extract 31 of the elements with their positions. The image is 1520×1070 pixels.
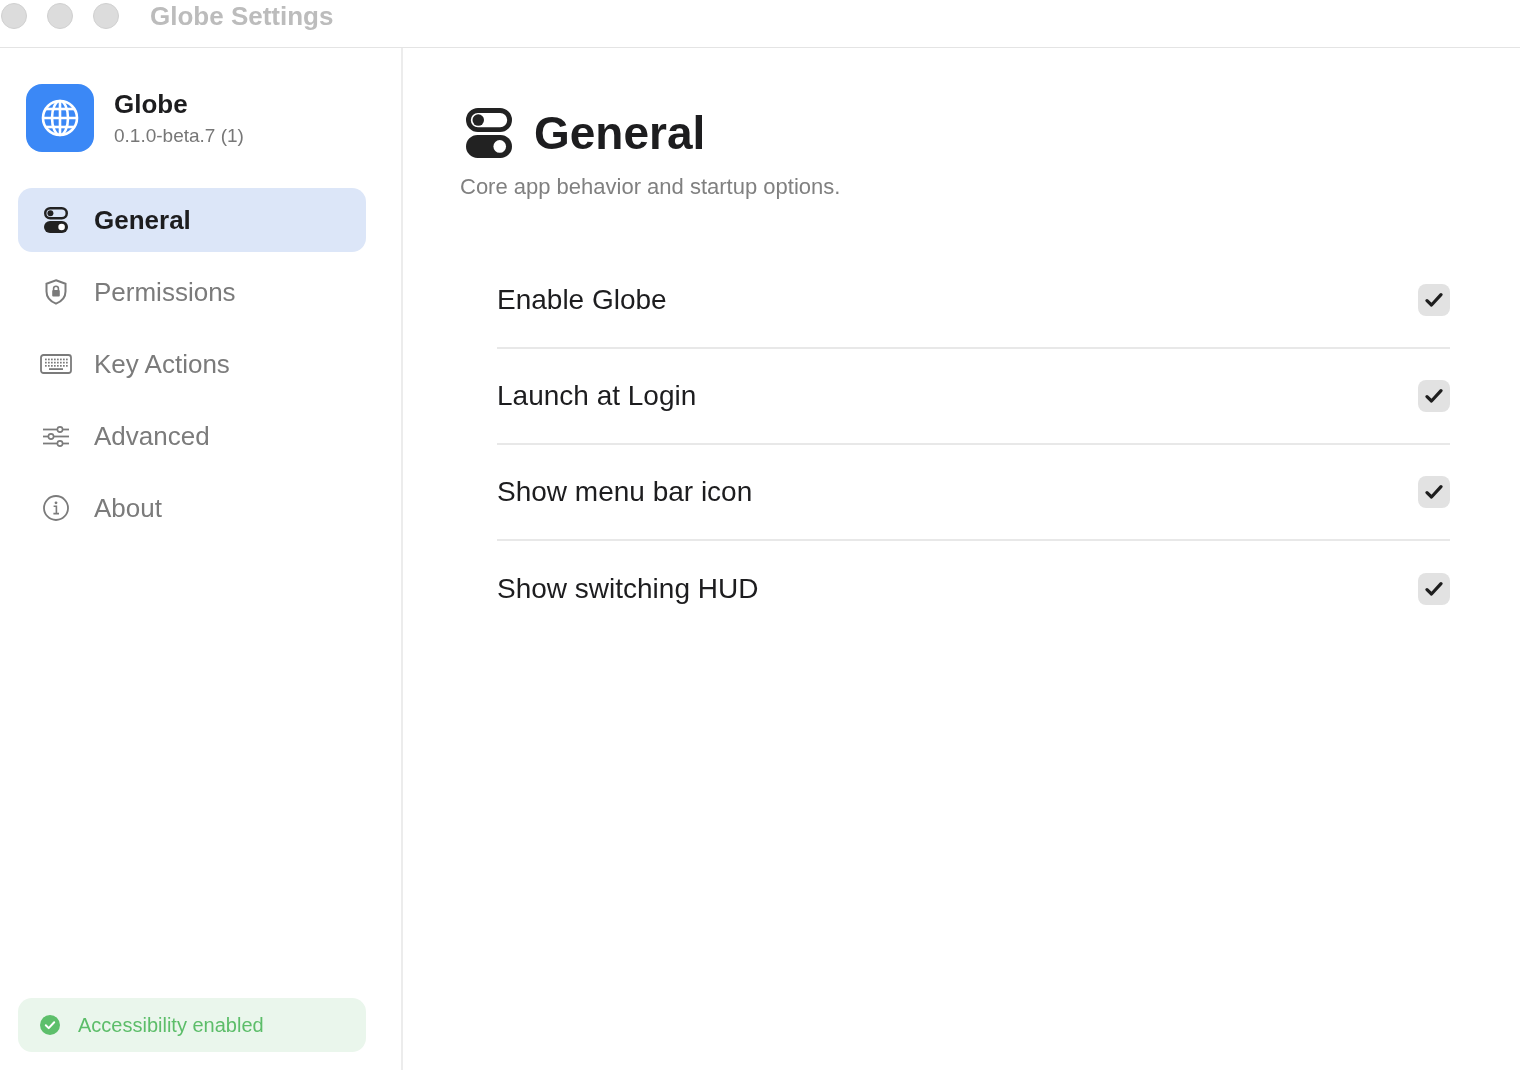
sidebar-item[interactable]: Permissions bbox=[18, 260, 366, 324]
setting-label: Launch at Login bbox=[497, 380, 697, 412]
toggles-icon bbox=[466, 108, 512, 158]
checkmark-icon bbox=[1425, 484, 1443, 500]
keyboard-icon bbox=[40, 354, 72, 374]
app-version: 0.1.0-beta.7 (1) bbox=[114, 123, 244, 148]
window-title: Globe Settings bbox=[150, 3, 334, 29]
checkbox[interactable] bbox=[1418, 573, 1450, 605]
info-icon bbox=[43, 495, 69, 521]
checkmark-icon bbox=[1425, 292, 1443, 308]
status-text: Accessibility enabled bbox=[78, 1013, 264, 1037]
shield-lock-icon bbox=[45, 279, 67, 305]
sidebar-item[interactable]: General bbox=[18, 188, 366, 252]
checkbox[interactable] bbox=[1418, 380, 1450, 412]
checkmark-icon bbox=[1425, 388, 1443, 404]
sliders-icon bbox=[43, 425, 69, 447]
page-title: General bbox=[534, 106, 706, 161]
toggles-icon bbox=[44, 207, 68, 233]
globe-icon bbox=[26, 84, 94, 152]
sidebar-item[interactable]: About bbox=[18, 476, 366, 540]
setting-label: Enable Globe bbox=[497, 284, 667, 316]
checkbox[interactable] bbox=[1418, 284, 1450, 316]
checkbox[interactable] bbox=[1418, 476, 1450, 508]
checkmark-icon bbox=[1425, 581, 1443, 597]
sidebar-item[interactable]: Key Actions bbox=[18, 332, 366, 396]
setting-label: Show switching HUD bbox=[497, 573, 759, 605]
app-name: Globe bbox=[114, 88, 189, 119]
setting-label: Show menu bar icon bbox=[497, 476, 753, 508]
check-circle-icon bbox=[40, 1015, 60, 1035]
sidebar-item[interactable]: Advanced bbox=[18, 404, 366, 468]
page-subtitle: Core app behavior and startup options. bbox=[460, 173, 842, 201]
